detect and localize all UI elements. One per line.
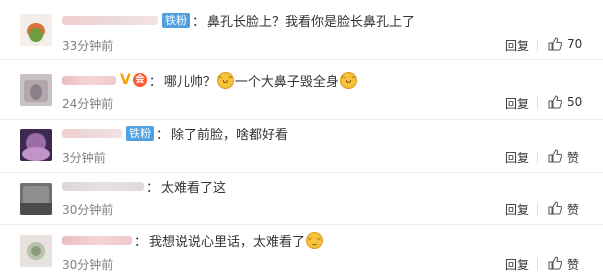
verified-v-icon: V [120, 72, 131, 88]
reply-button[interactable]: 回复 [505, 37, 529, 54]
comment-text-continued: 一个大鼻子毁全身 [234, 74, 339, 90]
comment-text: 我想说说心里话，太难看了 [149, 234, 306, 250]
thumbs-up-icon[interactable] [548, 95, 562, 109]
username[interactable] [62, 128, 122, 138]
comment-item: ： 太难看了这 30分钟前 回复 赞 [0, 173, 603, 225]
avatar[interactable] [20, 74, 52, 106]
comment-text: 除了前脸，啥都好看 [171, 127, 289, 143]
avatar[interactable] [20, 129, 52, 161]
comment-line: 铁粉 ： 除了前脸，啥都好看 [62, 123, 288, 143]
reply-button[interactable]: 回复 [505, 95, 529, 112]
colon: ： [156, 127, 170, 143]
reply-button[interactable]: 回复 [505, 201, 529, 218]
colon: ： [192, 14, 206, 30]
wry-smile-emoji-icon: ᵕ_ᵕ [306, 231, 324, 249]
comment-time: 33分钟前 [62, 39, 114, 53]
comment-line: 铁粉 ： 鼻孔长脸上？我看你是脸长鼻孔上了 [62, 10, 415, 30]
divider [537, 258, 538, 270]
member-icon: 会 [132, 73, 147, 87]
comment-list: 铁粉 ： 鼻孔长脸上？我看你是脸长鼻孔上了 33分钟前 回复 70 V 会 ： … [0, 0, 603, 278]
grinning-sweat-emoji-icon: ᵔᴗᵔ [339, 71, 357, 89]
colon: ： [148, 74, 162, 90]
fan-badge: 铁粉 [162, 12, 190, 28]
username[interactable] [62, 181, 144, 191]
like-count[interactable]: 赞 [567, 201, 579, 218]
username[interactable] [62, 15, 158, 25]
comment-time: 3分钟前 [62, 151, 106, 165]
divider [537, 203, 538, 215]
username[interactable] [62, 75, 116, 85]
divider [537, 151, 538, 163]
comment-item: ： 我想说说心里话，太难看了 ᵕ_ᵕ 30分钟前 回复 赞 [0, 225, 603, 278]
comment-text: 太难看了这 [161, 180, 227, 196]
colon: ： [146, 180, 160, 196]
comment-text: 鼻孔长脸上？我看你是脸长鼻孔上了 [207, 14, 416, 30]
thumbs-up-icon[interactable] [548, 37, 562, 51]
comment-item: 铁粉 ： 除了前脸，啥都好看 3分钟前 回复 赞 [0, 120, 603, 173]
comment-line: V 会 ： 哪儿帅？ ᵔᴗᵔ 一个大鼻子毁全身 ᵔᴗᵔ [62, 70, 358, 90]
thumbs-up-icon[interactable] [548, 201, 562, 215]
comment-item: 铁粉 ： 鼻孔长脸上？我看你是脸长鼻孔上了 33分钟前 回复 70 [0, 0, 603, 60]
comment-line: ： 我想说说心里话，太难看了 ᵕ_ᵕ [62, 230, 324, 250]
avatar[interactable] [20, 14, 52, 46]
like-count[interactable]: 70 [567, 37, 582, 51]
reply-button[interactable]: 回复 [505, 256, 529, 273]
divider [537, 97, 538, 109]
colon: ： [134, 234, 148, 250]
fan-badge: 铁粉 [126, 125, 154, 141]
reply-button[interactable]: 回复 [505, 149, 529, 166]
comment-time: 30分钟前 [62, 203, 114, 217]
like-count[interactable]: 赞 [567, 256, 579, 273]
grinning-sweat-emoji-icon: ᵔᴗᵔ [216, 71, 234, 89]
username[interactable] [62, 235, 132, 245]
like-count[interactable]: 赞 [567, 149, 579, 166]
comment-time: 30分钟前 [62, 258, 114, 272]
avatar[interactable] [20, 183, 52, 215]
avatar[interactable] [20, 235, 52, 267]
comment-text: 哪儿帅？ [163, 74, 216, 90]
comment-line: ： 太难看了这 [62, 176, 226, 196]
comment-item: V 会 ： 哪儿帅？ ᵔᴗᵔ 一个大鼻子毁全身 ᵔᴗᵔ 24分钟前 回复 50 [0, 60, 603, 120]
thumbs-up-icon[interactable] [548, 256, 562, 270]
like-count[interactable]: 50 [567, 95, 582, 109]
divider [537, 39, 538, 51]
comment-time: 24分钟前 [62, 97, 114, 111]
thumbs-up-icon[interactable] [548, 149, 562, 163]
